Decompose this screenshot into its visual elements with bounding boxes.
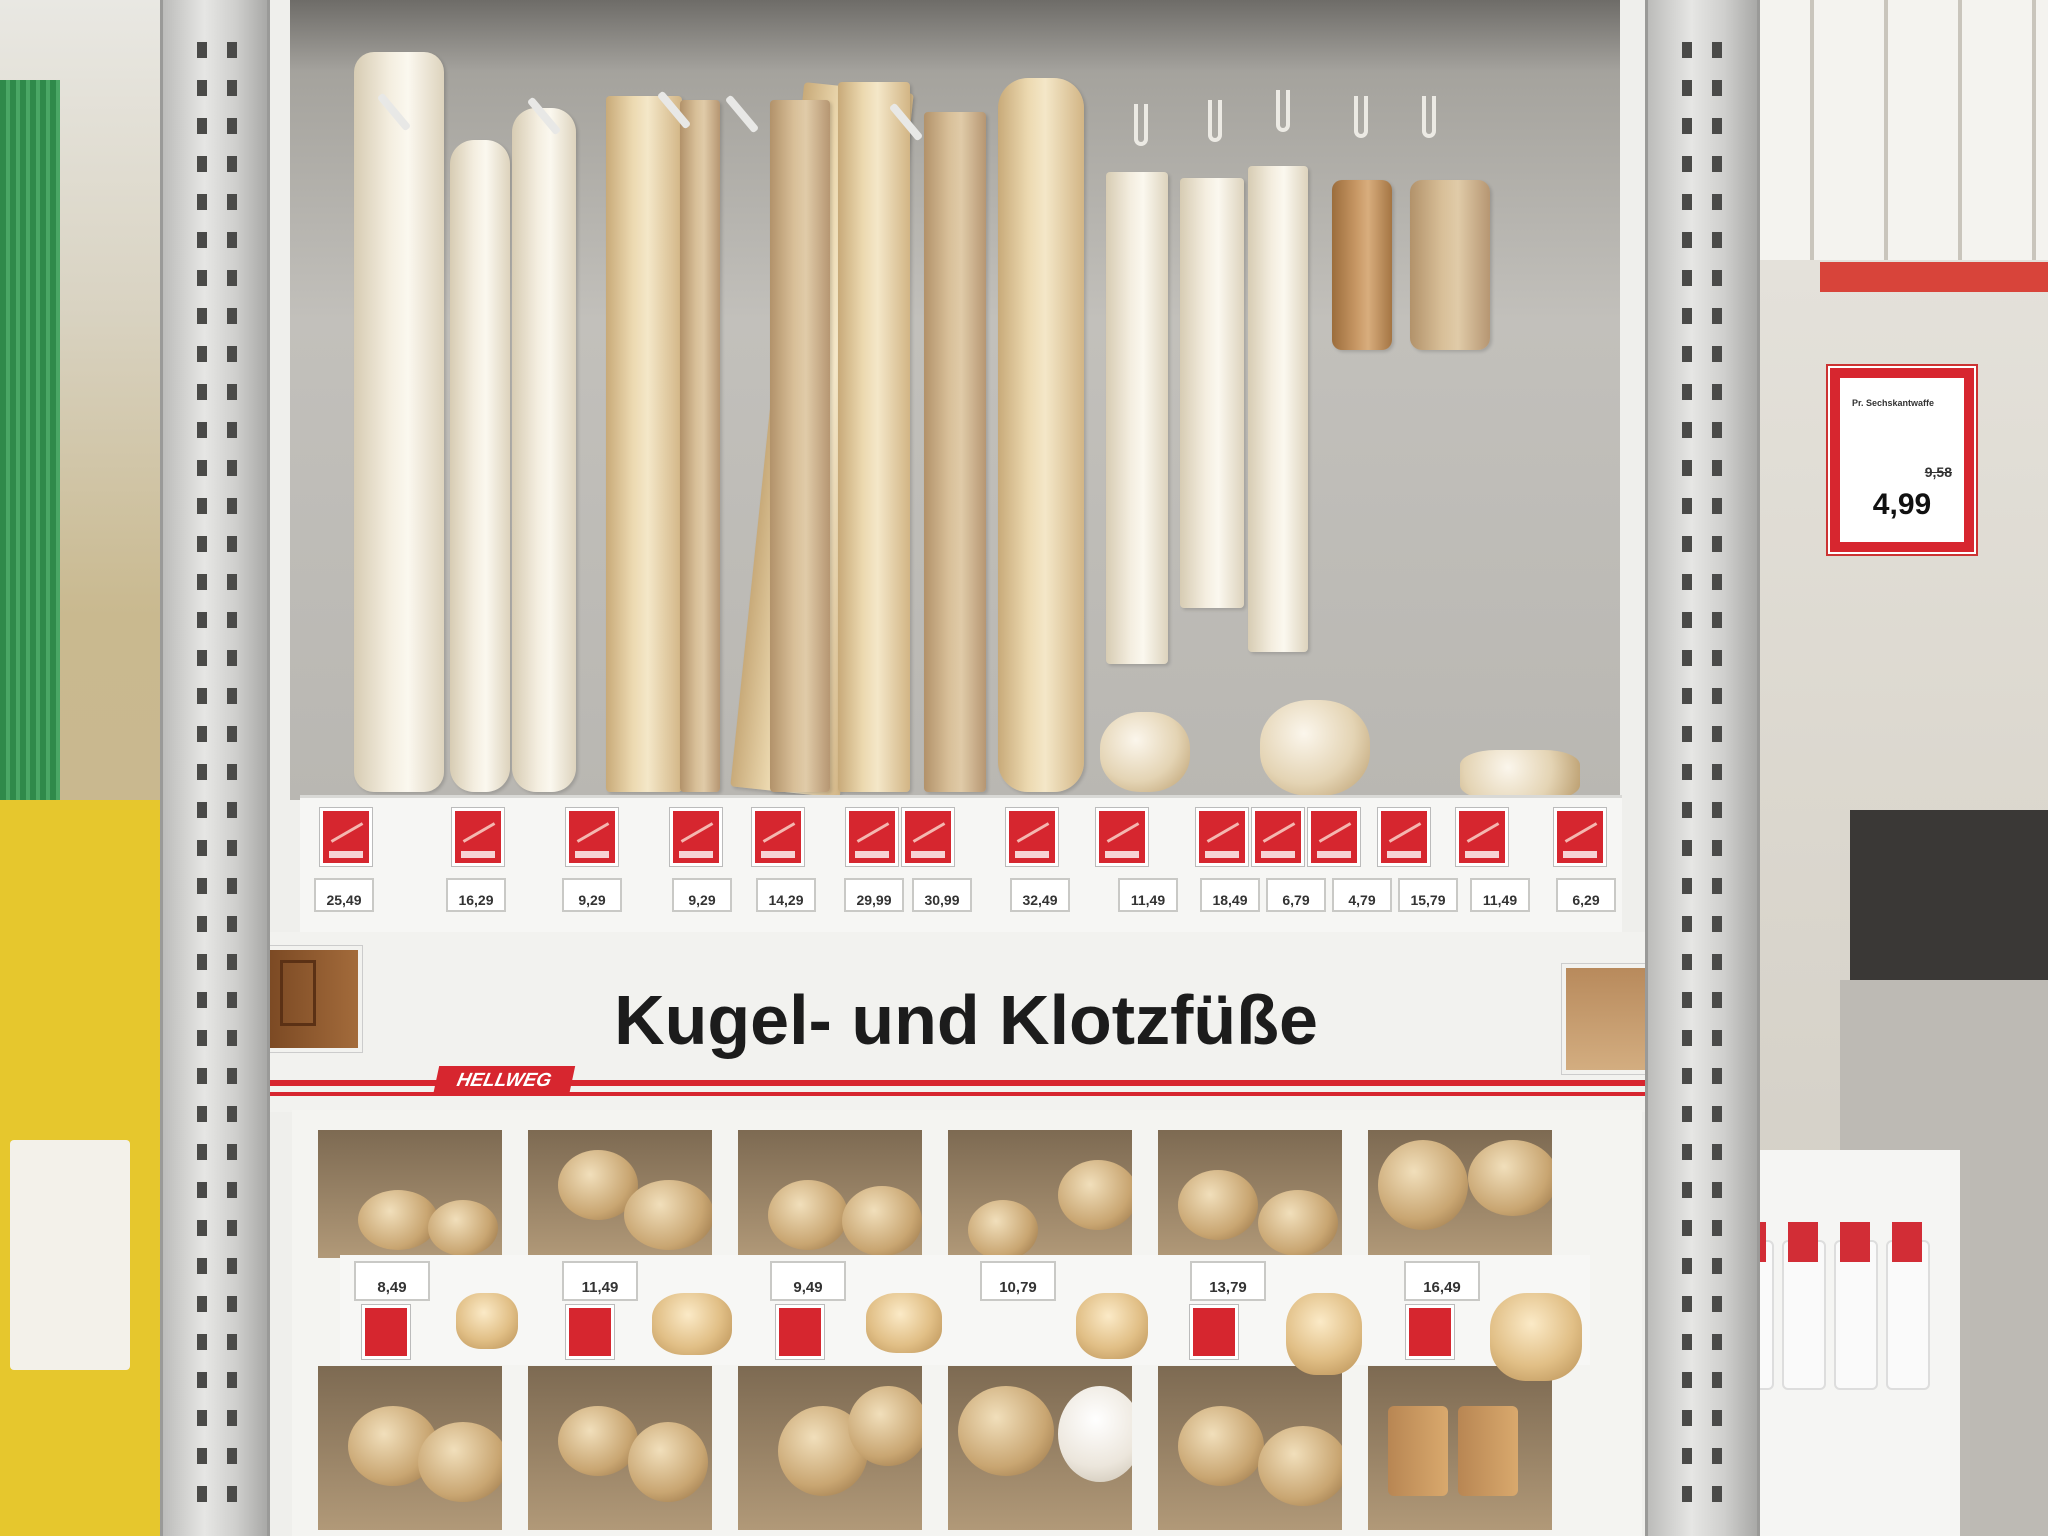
- green-rods: [0, 80, 60, 800]
- turned-leg: [354, 52, 444, 792]
- price-label: 4,79: [1332, 878, 1392, 912]
- price-label: 11,49: [1470, 878, 1530, 912]
- price-label: 11,49: [1118, 878, 1178, 912]
- cubby: [522, 1124, 718, 1264]
- product-tag: [566, 808, 618, 866]
- display-hook: [1208, 100, 1222, 142]
- cubby: [522, 1360, 718, 1536]
- product-tag: [1196, 808, 1248, 866]
- price-label: 18,49: [1200, 878, 1260, 912]
- sample-foot: [1076, 1293, 1148, 1359]
- cubby: [312, 1360, 508, 1536]
- display-hook: [1422, 96, 1436, 138]
- product-tag: [1378, 808, 1430, 866]
- product-tag: [846, 808, 898, 866]
- display-peg: [724, 94, 760, 134]
- wood-board: [606, 96, 682, 792]
- product-tag: [320, 808, 372, 866]
- product-tag: [1456, 808, 1508, 866]
- sign-old-price: 9,58: [1924, 464, 1952, 480]
- product-tag: [670, 808, 722, 866]
- price-label: 32,49: [1010, 878, 1070, 912]
- cubby: [942, 1360, 1138, 1536]
- sample-foot: [1490, 1293, 1582, 1381]
- bun-foot: [1100, 712, 1190, 792]
- turned-leg: [512, 108, 576, 792]
- sample-foot: [456, 1293, 518, 1349]
- price-label: 14,29: [756, 878, 816, 912]
- wood-board: [924, 112, 986, 792]
- category-banner: Kugel- und Klotzfüße HELLWEG: [266, 932, 1652, 1112]
- bun-foot: [1460, 750, 1580, 800]
- product-tag: [1252, 808, 1304, 866]
- display-hook: [1276, 90, 1290, 132]
- price-label: 6,29: [1556, 878, 1616, 912]
- price-label: 29,99: [844, 878, 904, 912]
- price-label: 30,99: [912, 878, 972, 912]
- cubby: [942, 1124, 1138, 1264]
- product-tag: [1406, 1305, 1454, 1359]
- cubby: [1152, 1124, 1348, 1264]
- tapered-leg: [838, 82, 910, 792]
- product-tag: [362, 1305, 410, 1359]
- dark-leg: [1332, 180, 1392, 350]
- cubby: [1362, 1360, 1558, 1536]
- wood-board: [680, 100, 720, 792]
- bun-foot: [1260, 700, 1370, 796]
- left-rack-upright: [160, 0, 270, 1536]
- price-label: 25,49: [314, 878, 374, 912]
- dresser-picture: [266, 946, 362, 1052]
- round-leg: [998, 78, 1084, 792]
- sample-foot: [866, 1293, 942, 1353]
- dark-leg: [1410, 180, 1490, 350]
- upper-bay: [290, 0, 1620, 800]
- product-tag: [1190, 1305, 1238, 1359]
- sample-foot: [652, 1293, 732, 1355]
- product-tag: [1554, 808, 1606, 866]
- cubby: [732, 1360, 928, 1536]
- short-leg: [1106, 172, 1168, 664]
- product-tag: [776, 1305, 824, 1359]
- price-label: 16,29: [446, 878, 506, 912]
- price-label: 9,49: [770, 1261, 846, 1301]
- cabinet-picture: [1562, 964, 1652, 1074]
- product-tag: [1006, 808, 1058, 866]
- short-leg: [1180, 178, 1244, 608]
- sign-new-price: 4,99: [1872, 488, 1932, 521]
- price-label: 8,49: [354, 1261, 430, 1301]
- cubby: [1362, 1124, 1558, 1264]
- cubby: [312, 1124, 508, 1264]
- turned-leg: [450, 140, 510, 792]
- price-label: 9,29: [672, 878, 732, 912]
- product-tag: [752, 808, 804, 866]
- price-label: 15,79: [1398, 878, 1458, 912]
- store-scene: Pr. Sechskantwaffe 9,58 4,99 25,49 16,29…: [0, 0, 2048, 1536]
- price-label: 9,29: [562, 878, 622, 912]
- short-leg: [1248, 166, 1308, 652]
- price-label: 13,79: [1190, 1261, 1266, 1301]
- product-tag: [1308, 808, 1360, 866]
- price-sign: Pr. Sechskantwaffe 9,58 4,99: [1830, 368, 1974, 552]
- background-right-aisle: [1720, 0, 2048, 1536]
- price-label: 16,49: [1404, 1261, 1480, 1301]
- product-tag: [566, 1305, 614, 1359]
- display-hook: [1134, 104, 1148, 146]
- product-tag: [1096, 808, 1148, 866]
- banner-title: Kugel- und Klotzfüße: [614, 981, 1318, 1059]
- product-tag: [902, 808, 954, 866]
- right-rack-upright: [1645, 0, 1760, 1536]
- display-hook: [1354, 96, 1368, 138]
- cubby: [732, 1124, 928, 1264]
- brand-logo: HELLWEG: [432, 1066, 576, 1096]
- upper-price-rail: 25,49 16,29 9,29 9,29 14,29 29,99 30,99 …: [300, 795, 1622, 935]
- wood-board: [770, 100, 830, 792]
- product-tag: [452, 808, 504, 866]
- price-label: 11,49: [562, 1261, 638, 1301]
- cubby: [1152, 1360, 1348, 1536]
- sample-foot: [1286, 1293, 1362, 1375]
- sign-product-name: Pr. Sechskantwaffe: [1852, 398, 1935, 408]
- lower-price-rail: 8,49 11,49 9,49 10,79 13,79 16,49: [340, 1255, 1590, 1381]
- price-label: 10,79: [980, 1261, 1056, 1301]
- price-label: 6,79: [1266, 878, 1326, 912]
